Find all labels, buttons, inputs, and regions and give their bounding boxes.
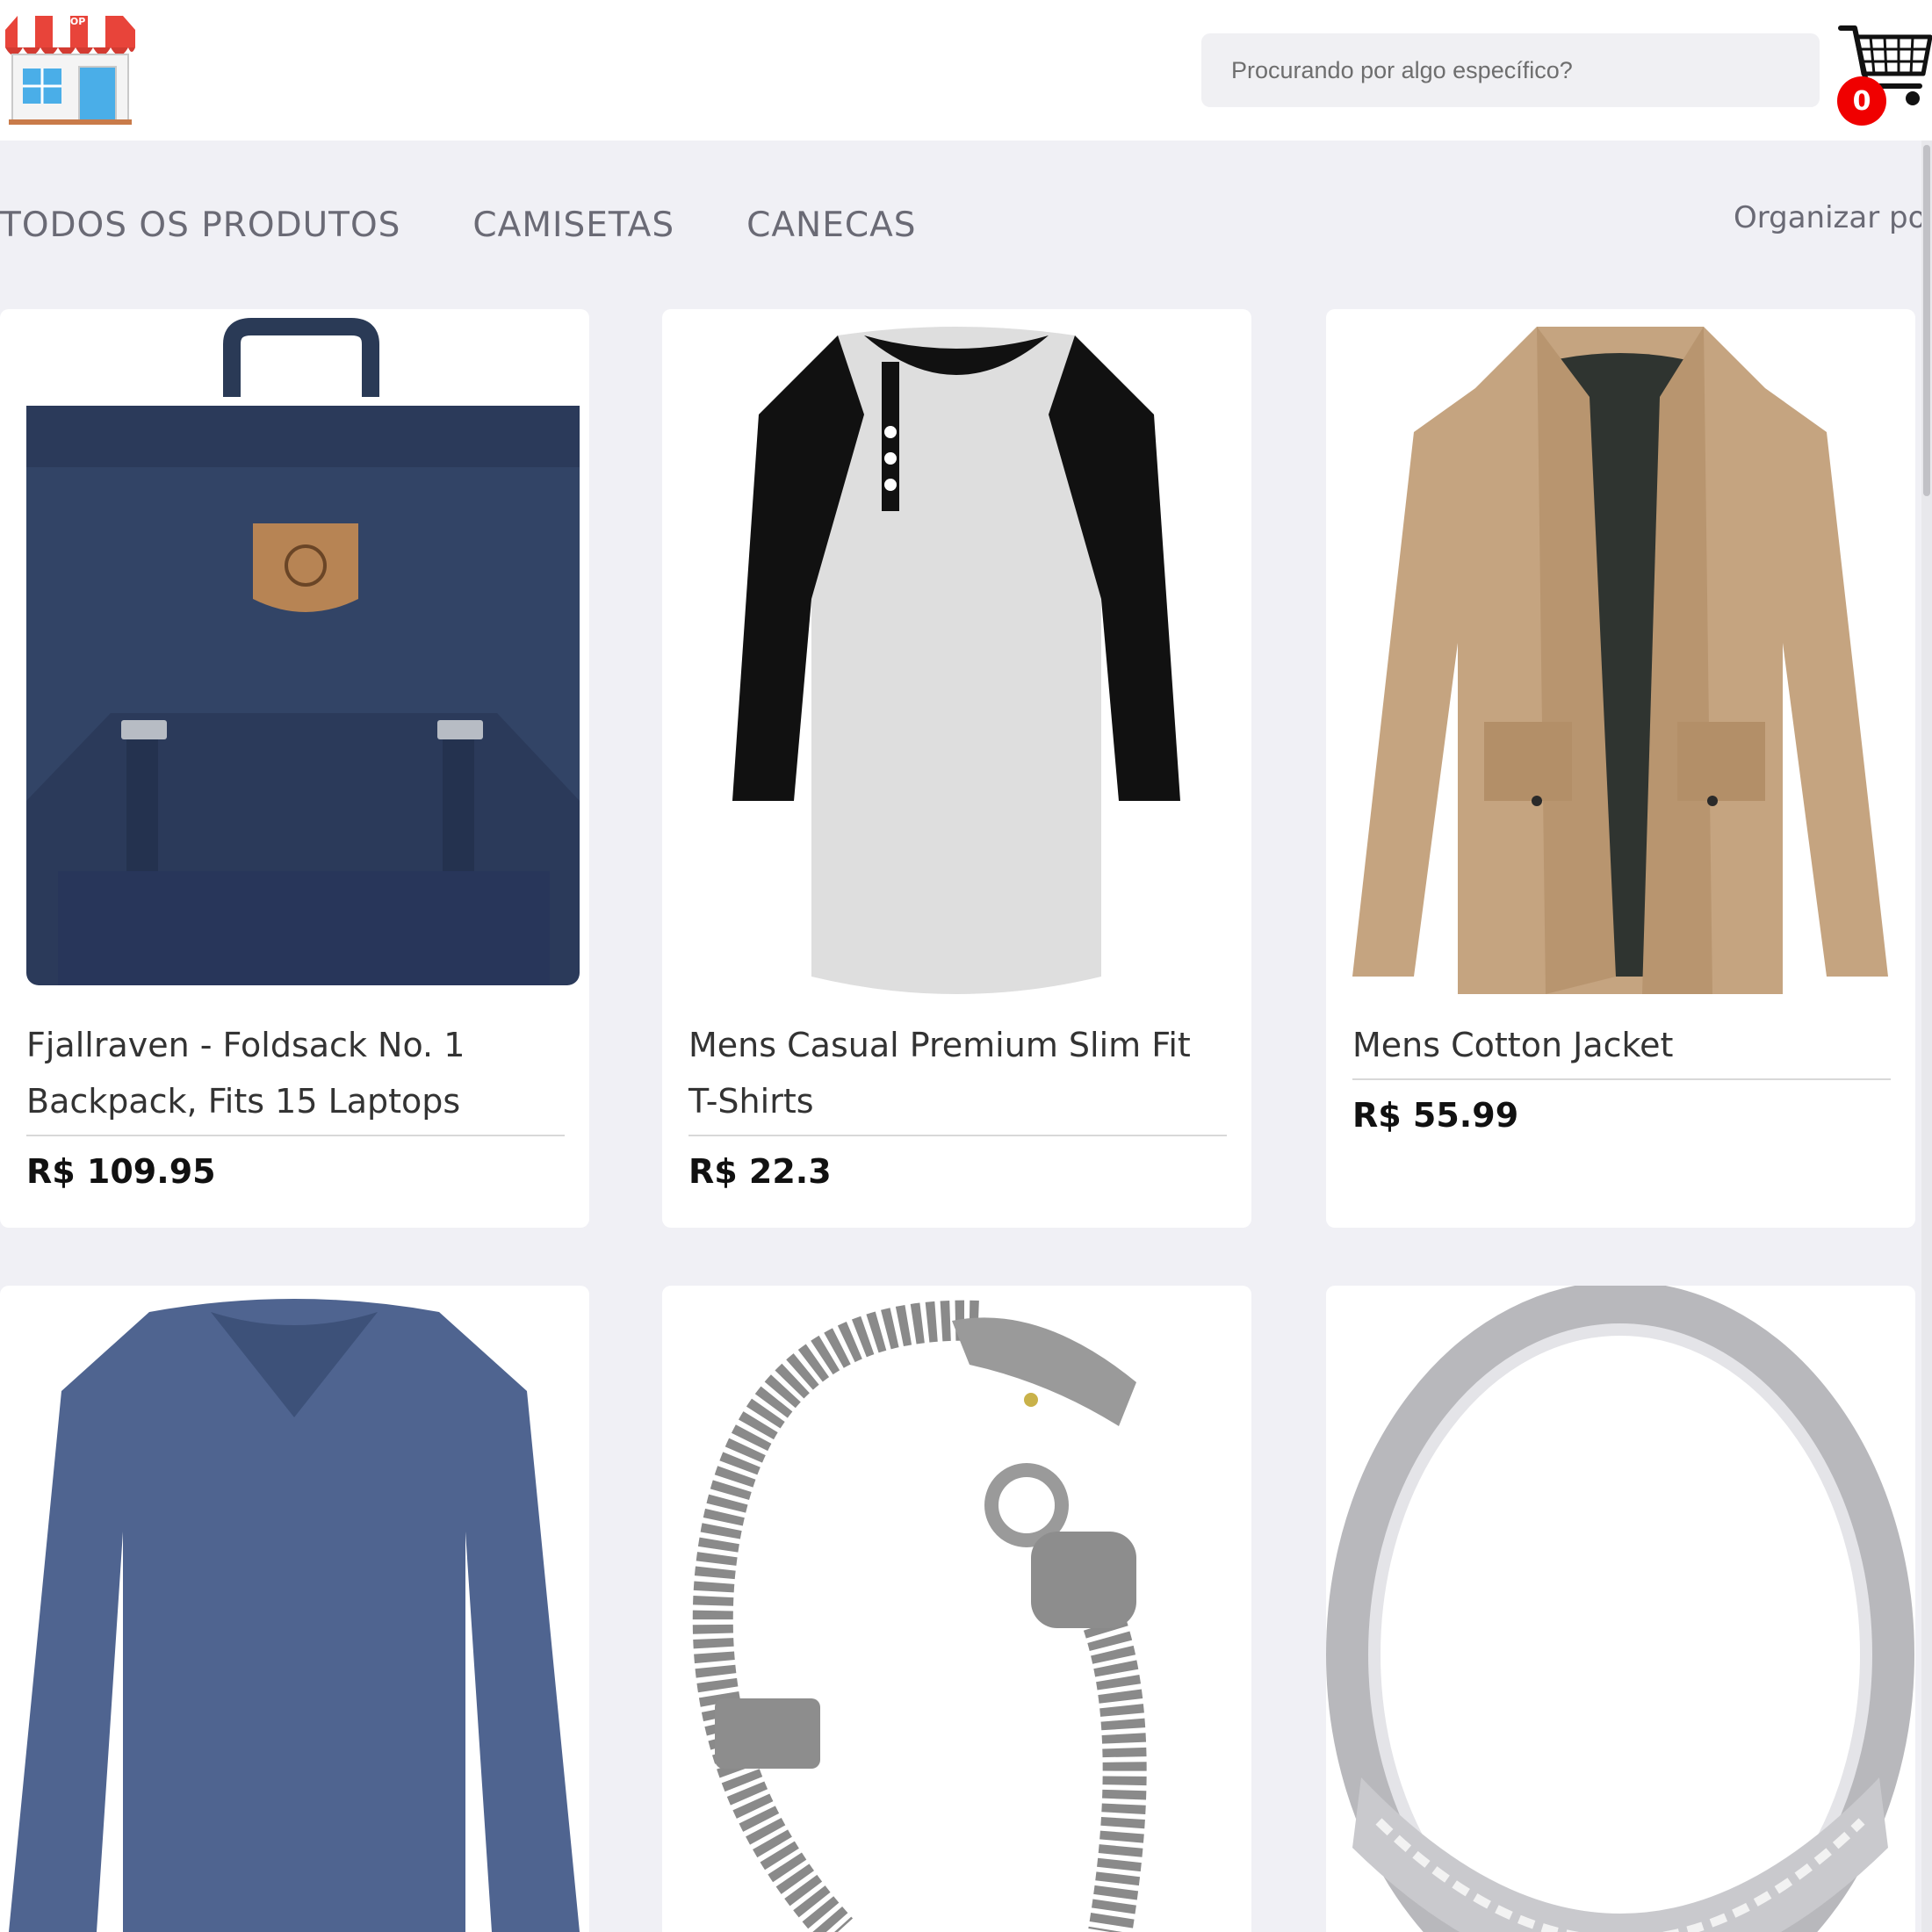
product-image[interactable] <box>0 1286 589 1932</box>
tab-all-products[interactable]: TODOS OS PRODUTOS <box>0 205 400 245</box>
shop-logo-icon[interactable]: SHOP <box>0 12 141 126</box>
product-image[interactable] <box>1326 309 1915 998</box>
product-title[interactable]: Mens Casual Premium Slim Fit T-Shirts <box>688 1017 1227 1136</box>
product-card[interactable]: Fjallraven - Foldsack No. 1 Backpack, Fi… <box>0 309 589 1228</box>
search-input[interactable] <box>1229 55 1820 85</box>
product-price: R$ 22.3 <box>688 1152 832 1191</box>
sort-by-dropdown[interactable]: Organizar por <box>1734 200 1932 235</box>
logo-text: SHOP <box>55 16 86 27</box>
product-image[interactable] <box>0 309 589 998</box>
product-price: R$ 109.95 <box>26 1152 216 1191</box>
raglan-tshirt-icon <box>732 327 1180 994</box>
product-image[interactable] <box>662 309 1251 998</box>
product-title[interactable]: Fjallraven - Foldsack No. 1 Backpack, Fi… <box>26 1017 565 1136</box>
backpack-icon <box>25 318 580 985</box>
product-title[interactable]: Mens Cotton Jacket <box>1352 1017 1891 1080</box>
product-card[interactable]: Mens Cotton Jacket R$ 55.99 <box>1326 309 1915 1228</box>
product-card[interactable]: Mens Casual Premium Slim Fit T-Shirts R$… <box>662 309 1251 1228</box>
product-card[interactable] <box>1326 1286 1915 1932</box>
tab-camisetas[interactable]: CAMISETAS <box>472 205 674 245</box>
product-image[interactable] <box>662 1286 1251 1932</box>
long-sleeve-shirt-icon <box>9 1299 580 1932</box>
product-card[interactable] <box>0 1286 589 1932</box>
jacket-icon <box>1352 327 1888 994</box>
search-bar[interactable] <box>1201 33 1820 107</box>
silver-ring-icon <box>1326 1286 1914 1932</box>
category-tabs: TODOS OS PRODUTOS CAMISETAS CANECAS <box>0 198 989 251</box>
cart-count-badge: 0 <box>1837 76 1886 126</box>
product-card[interactable] <box>662 1286 1251 1932</box>
dragon-bracelet-icon <box>692 1300 1147 1932</box>
scrollbar-thumb[interactable] <box>1923 145 1930 496</box>
product-image[interactable] <box>1326 1286 1915 1932</box>
tab-canecas[interactable]: CANECAS <box>746 205 916 245</box>
header-bar: SHOP 0 <box>0 0 1932 141</box>
product-price: R$ 55.99 <box>1352 1096 1519 1135</box>
